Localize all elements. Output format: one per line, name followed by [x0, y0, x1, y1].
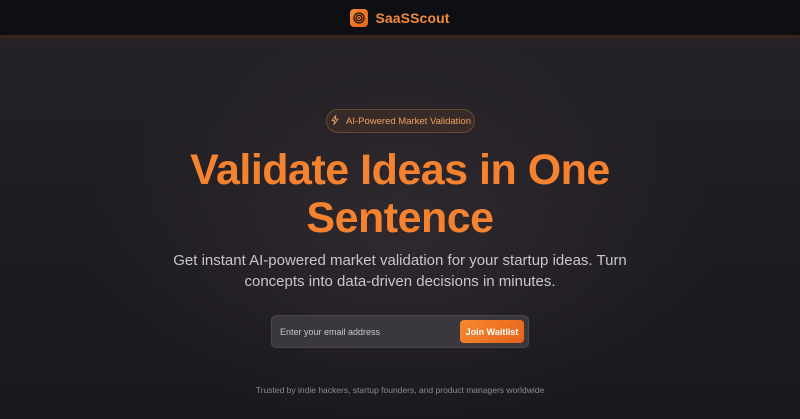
- target-icon: [350, 8, 369, 27]
- headline-line-2: Sentence: [306, 194, 494, 242]
- waitlist-form: Join Waitlist: [271, 315, 529, 348]
- subtitle-line-1: Get instant AI-powered market validation…: [173, 252, 627, 269]
- headline-line-1: Validate Ideas in One: [190, 146, 610, 194]
- email-input[interactable]: [280, 316, 460, 347]
- hero-headline: Validate Ideas in One Sentence: [0, 146, 800, 242]
- top-navbar: SaaSScout: [0, 0, 800, 36]
- hero-badge: AI-Powered Market Validation: [326, 109, 475, 133]
- brand-name: SaaSScout: [375, 9, 450, 26]
- subtitle-line-2: concepts into data-driven decisions in m…: [244, 273, 556, 290]
- badge-label: AI-Powered Market Validation: [346, 115, 471, 127]
- sparkle-icon: [330, 112, 340, 130]
- trusted-by-note: Trusted by indie hackers, startup founde…: [255, 385, 545, 395]
- hero-subtitle: Get instant AI-powered market validation…: [170, 250, 630, 292]
- join-waitlist-button[interactable]: Join Waitlist: [460, 320, 524, 343]
- brand[interactable]: SaaSScout: [350, 8, 450, 27]
